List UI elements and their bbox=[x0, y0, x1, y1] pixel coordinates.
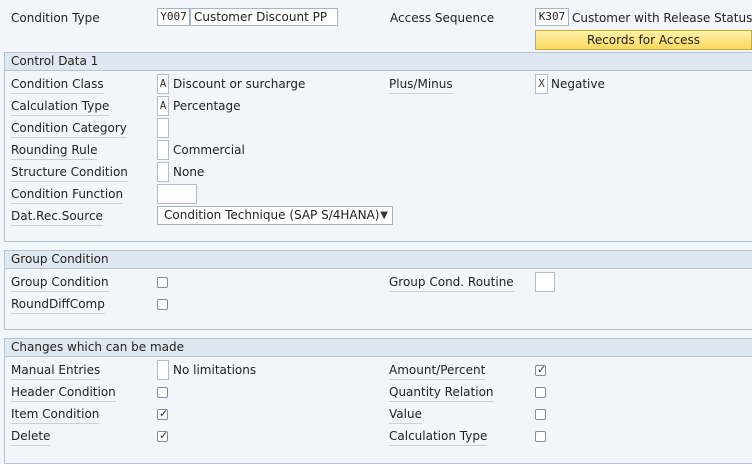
calculation-type-field[interactable]: A bbox=[157, 96, 169, 116]
manual-entries-field[interactable] bbox=[157, 360, 169, 380]
dat-rec-source-select[interactable]: Condition Technique (SAP S/4HANA) ▼ bbox=[157, 206, 393, 225]
calculation-type-checkbox[interactable] bbox=[535, 431, 546, 442]
amount-percent-checkbox[interactable]: ✓ bbox=[535, 363, 547, 376]
checkmark-icon: ✓ bbox=[159, 407, 169, 420]
plus-minus-label: Plus/Minus bbox=[389, 76, 453, 94]
round-diff-comp-checkbox[interactable] bbox=[157, 299, 168, 310]
structure-condition-desc: None bbox=[173, 165, 205, 179]
quantity-relation-checkbox[interactable] bbox=[535, 387, 546, 398]
group-condition-label: Group Condition bbox=[11, 274, 109, 292]
quantity-relation-label: Quantity Relation bbox=[389, 384, 494, 402]
value-checkbox[interactable] bbox=[535, 409, 546, 420]
access-sequence-desc: Customer with Release Status bbox=[572, 11, 752, 25]
amount-percent-label: Amount/Percent bbox=[389, 362, 486, 380]
access-sequence-code-field[interactable]: K307 bbox=[535, 8, 569, 26]
group-cond-routine-field[interactable] bbox=[535, 272, 555, 292]
checkmark-icon: ✓ bbox=[537, 363, 547, 376]
delete-checkbox[interactable]: ✓ bbox=[157, 429, 169, 442]
item-condition-checkbox[interactable]: ✓ bbox=[157, 407, 169, 420]
calculation-type-desc: Percentage bbox=[173, 99, 241, 113]
plus-minus-desc: Negative bbox=[551, 77, 605, 91]
structure-condition-label: Structure Condition bbox=[11, 164, 128, 182]
condition-type-desc-field: Customer Discount PP bbox=[190, 8, 338, 26]
header-condition-label: Header Condition bbox=[11, 384, 116, 402]
manual-entries-label: Manual Entries bbox=[11, 362, 101, 380]
changes-group: Changes which can be made bbox=[4, 338, 752, 464]
condition-type-code-field[interactable]: Y007 bbox=[157, 8, 190, 26]
changes-title: Changes which can be made bbox=[5, 339, 752, 357]
header-condition-checkbox[interactable] bbox=[157, 387, 168, 398]
group-condition-checkbox[interactable] bbox=[157, 277, 168, 288]
condition-class-desc: Discount or surcharge bbox=[173, 77, 306, 91]
group-condition-group: Group Condition bbox=[4, 250, 752, 330]
round-diff-comp-label: RoundDiffComp bbox=[11, 296, 105, 314]
item-condition-label: Item Condition bbox=[11, 406, 100, 424]
control-data-title: Control Data 1 bbox=[5, 53, 752, 71]
rounding-rule-label: Rounding Rule bbox=[11, 142, 98, 160]
plus-minus-field[interactable]: X bbox=[535, 74, 548, 94]
dat-rec-source-label: Dat.Rec.Source bbox=[11, 208, 103, 226]
condition-function-label: Condition Function bbox=[11, 186, 124, 204]
calculation-type-label: Calculation Type bbox=[11, 98, 110, 116]
records-for-access-button[interactable]: Records for Access bbox=[535, 30, 752, 50]
condition-category-field[interactable] bbox=[157, 118, 169, 138]
condition-category-label: Condition Category bbox=[11, 120, 127, 138]
manual-entries-desc: No limitations bbox=[173, 363, 257, 377]
rounding-rule-desc: Commercial bbox=[173, 143, 245, 157]
calculation-type-change-label: Calculation Type bbox=[389, 428, 488, 446]
dat-rec-source-value: Condition Technique (SAP S/4HANA) bbox=[164, 208, 380, 222]
chevron-down-icon[interactable]: ▼ bbox=[380, 207, 388, 224]
value-label: Value bbox=[389, 406, 422, 424]
condition-function-field[interactable] bbox=[157, 184, 197, 204]
group-cond-routine-label: Group Cond. Routine bbox=[389, 274, 514, 292]
condition-class-label: Condition Class bbox=[11, 76, 104, 94]
structure-condition-field[interactable] bbox=[157, 162, 169, 182]
delete-label: Delete bbox=[11, 428, 51, 446]
condition-type-label: Condition Type bbox=[11, 11, 100, 25]
rounding-rule-field[interactable] bbox=[157, 140, 169, 160]
group-condition-title: Group Condition bbox=[5, 251, 752, 269]
condition-class-field[interactable]: A bbox=[157, 74, 169, 94]
checkmark-icon: ✓ bbox=[159, 429, 169, 442]
access-sequence-label: Access Sequence bbox=[390, 11, 495, 25]
